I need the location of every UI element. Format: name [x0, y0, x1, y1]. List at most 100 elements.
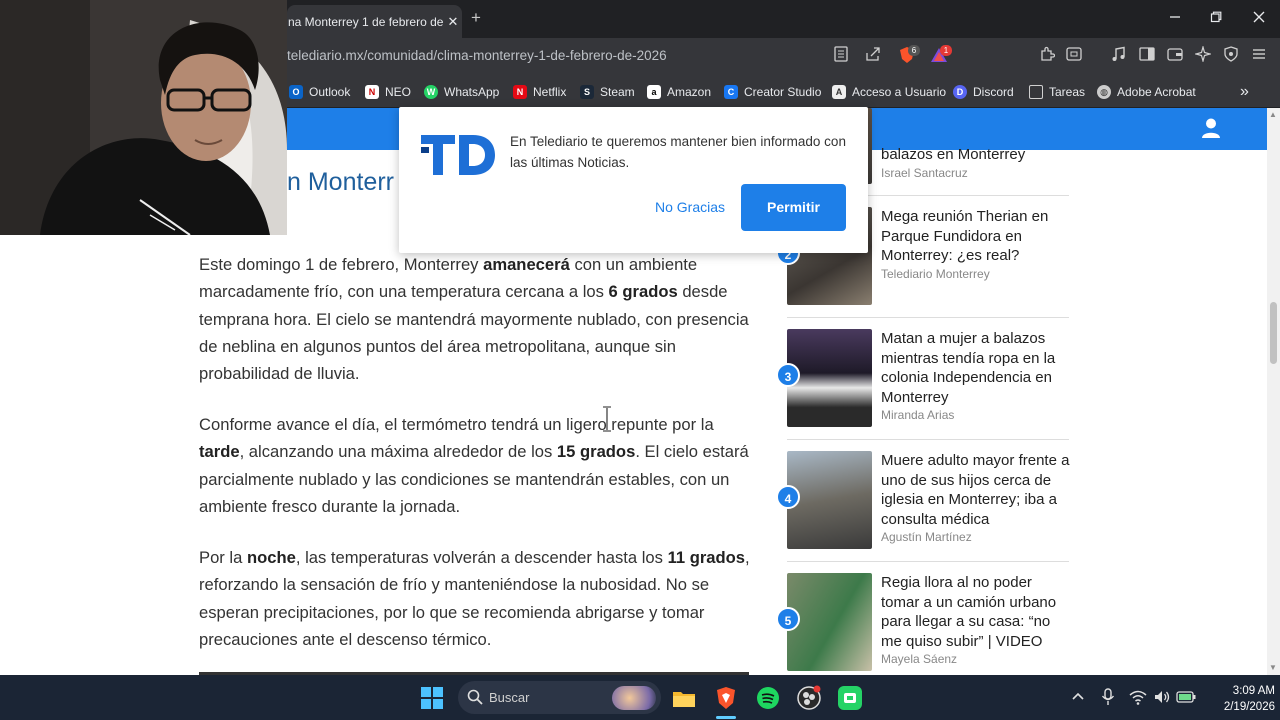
most-read-item-4[interactable]: 4 Muere adulto mayor frente a uno de sus… [776, 451, 1072, 551]
neo-icon: N [365, 85, 379, 99]
bookmark-whatsapp[interactable]: W WhatsApp [424, 81, 499, 103]
bookmark-discord[interactable]: D Discord [953, 81, 1014, 103]
news-title[interactable]: Mega reunión Therian en Parque Fundidora… [881, 207, 1071, 266]
news-author: Mayela Sáenz [881, 652, 958, 666]
extensions-icon[interactable] [1037, 46, 1057, 66]
shield-badge: 6 [908, 45, 920, 56]
bookmarks-overflow-icon[interactable]: » [1240, 81, 1249, 103]
news-title[interactable]: Regia llora al no poder tomar a un camió… [881, 573, 1071, 651]
file-explorer-icon[interactable] [670, 684, 698, 712]
rank-badge: 5 [776, 607, 800, 631]
rank-badge: 4 [776, 485, 800, 509]
news-author: Agustín Martínez [881, 530, 972, 544]
telediario-logo [419, 131, 497, 184]
taskbar-clock[interactable]: 3:09 AM 2/19/2026 [1205, 683, 1275, 715]
steam-icon: S [580, 85, 594, 99]
webcam-overlay [0, 0, 287, 235]
wifi-icon[interactable] [1129, 689, 1147, 710]
news-author: Israel Santacruz [881, 166, 968, 180]
news-title[interactable]: Matan a mujer a balazos mientras tendía … [881, 329, 1071, 407]
screenshot-icon[interactable] [1064, 46, 1084, 66]
scroll-down-icon[interactable]: ▼ [1269, 663, 1277, 672]
bookmark-outlook[interactable]: O Outlook [289, 81, 350, 103]
scrollbar-thumb[interactable] [1270, 302, 1277, 364]
leo-ai-icon[interactable] [1193, 44, 1213, 66]
microphone-icon[interactable] [1101, 688, 1115, 711]
sidebar-toggle-icon[interactable] [1137, 46, 1157, 66]
search-icon [467, 689, 483, 710]
acceso-usuario-icon: A [832, 85, 846, 99]
search-placeholder: Buscar [489, 690, 530, 705]
battery-icon[interactable] [1176, 690, 1196, 709]
new-tab-icon[interactable]: + [471, 8, 481, 28]
allow-button[interactable]: Permitir [741, 184, 846, 231]
sidebar-divider [787, 439, 1069, 440]
browser-tab[interactable]: na Monterrey 1 de febrero de ✕ [287, 5, 462, 38]
news-title[interactable]: balazos en Monterrey [881, 145, 1071, 165]
most-read-item-3[interactable]: 3 Matan a mujer a balazos mientras tendí… [776, 329, 1072, 429]
bookmark-adobe-acrobat[interactable]: ◍ Adobe Acrobat [1097, 81, 1196, 103]
article-paragraph-2: Conforme avance el día, el termómetro te… [199, 415, 749, 516]
news-thumbnail [787, 451, 872, 549]
netflix-icon: N [513, 85, 527, 99]
news-thumbnail [787, 573, 872, 671]
article-headline: n Monterr [287, 168, 394, 196]
notification-permission-popup: En Telediario te queremos mantener bien … [399, 107, 868, 253]
whatsapp-icon: W [424, 85, 438, 99]
creator-studio-icon: C [724, 85, 738, 99]
tab-close-icon[interactable]: ✕ [444, 14, 462, 30]
decline-button[interactable]: No Gracias [655, 199, 725, 215]
bookmark-amazon[interactable]: a Amazon [647, 81, 711, 103]
sidebar-divider [787, 561, 1069, 562]
outlook-icon: O [289, 85, 303, 99]
discord-icon: D [953, 85, 967, 99]
bookmark-creator-studio[interactable]: C Creator Studio [724, 81, 821, 103]
restore-icon[interactable] [1206, 10, 1226, 26]
clock-date: 2/19/2026 [1223, 701, 1275, 713]
search-highlight-icon[interactable] [612, 686, 656, 710]
clock-time: 3:09 AM [1232, 685, 1275, 697]
popup-message: En Telediario te queremos mantener bien … [510, 134, 846, 170]
news-title[interactable]: Muere adulto mayor frente a uno de sus h… [881, 451, 1071, 529]
most-read-item-5[interactable]: 5 Regia llora al no poder tomar a un cam… [776, 573, 1072, 673]
amazon-icon: a [647, 85, 661, 99]
window-close-icon[interactable] [1249, 10, 1269, 26]
page-scrollbar[interactable] [1267, 108, 1280, 676]
bookmark-steam[interactable]: S Steam [580, 81, 635, 103]
whatsapp-app-icon[interactable] [836, 684, 864, 712]
article-paragraph-3: Por la noche, las temperaturas volverán … [199, 548, 750, 649]
obs-icon[interactable] [795, 684, 823, 712]
folder-icon [1029, 85, 1043, 99]
news-author: Telediario Monterrey [881, 267, 990, 281]
scroll-up-icon[interactable]: ▲ [1269, 110, 1277, 119]
url-field[interactable]: telediario.mx/comunidad/clima-monterrey-… [287, 48, 667, 63]
reader-mode-icon[interactable] [831, 46, 851, 66]
bookmark-tareas[interactable]: Tareas [1029, 81, 1085, 103]
alert-badge: 1 [940, 45, 952, 56]
share-icon[interactable] [863, 46, 883, 66]
tab-title: na Monterrey 1 de febrero de [288, 14, 444, 29]
spotify-icon[interactable] [754, 684, 782, 712]
bookmark-acceso-usuario[interactable]: A Acceso a Usuario [832, 81, 946, 103]
globe-icon: ◍ [1097, 85, 1111, 99]
tray-overflow-icon[interactable] [1071, 689, 1085, 706]
rank-badge: 3 [776, 363, 800, 387]
menu-icon[interactable] [1249, 46, 1269, 66]
volume-icon[interactable] [1153, 689, 1171, 710]
brave-browser-icon[interactable] [712, 684, 740, 712]
bookmark-neo[interactable]: N NEO [365, 81, 411, 103]
screen: na Monterrey 1 de febrero de ✕ + teledia… [0, 0, 1280, 720]
minimize-icon[interactable] [1165, 10, 1185, 26]
active-app-indicator [716, 716, 736, 719]
bookmark-netflix[interactable]: N Netflix [513, 81, 566, 103]
user-account-icon[interactable] [1199, 116, 1223, 140]
news-author: Miranda Arias [881, 408, 955, 422]
music-icon[interactable] [1109, 46, 1129, 66]
sidebar-divider [787, 317, 1069, 318]
news-thumbnail [787, 329, 872, 427]
text-cursor-icon [601, 406, 613, 437]
article-paragraph-1: Este domingo 1 de febrero, Monterrey ama… [199, 255, 749, 384]
wallet-icon[interactable] [1165, 46, 1185, 66]
windows-start-icon[interactable] [420, 686, 444, 715]
vpn-shield-icon[interactable] [1221, 46, 1241, 66]
